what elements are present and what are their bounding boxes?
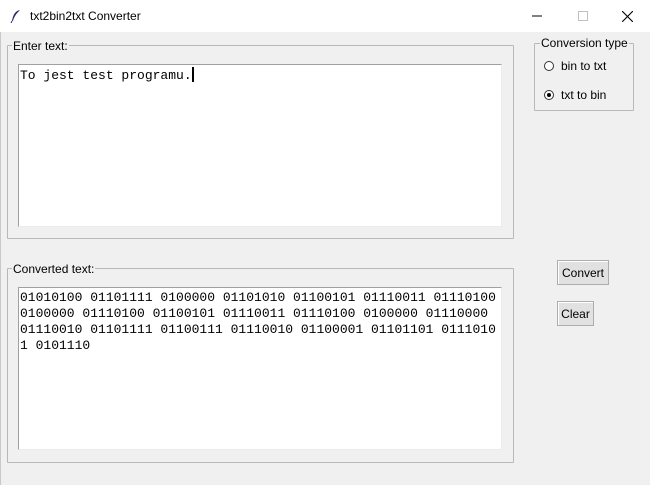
output-frame-legend: Converted text: <box>12 262 96 276</box>
minimize-icon <box>532 15 542 17</box>
input-textarea[interactable]: To jest test programu. <box>18 64 502 227</box>
feather-icon <box>10 10 20 23</box>
conversion-type-legend: Conversion type <box>540 36 629 50</box>
radio-bin-to-txt-indicator[interactable] <box>544 61 554 71</box>
output-text: 01010100 01101111 0100000 01101010 01100… <box>20 290 496 353</box>
radio-txt-to-bin-label: txt to bin <box>561 88 607 102</box>
minimize-button[interactable] <box>514 0 560 32</box>
input-frame-legend: Enter text: <box>12 39 69 53</box>
window-edge <box>0 32 1 485</box>
convert-button[interactable]: Convert <box>557 260 609 285</box>
output-textarea[interactable]: 01010100 01101111 0100000 01101010 01100… <box>18 287 502 450</box>
radio-txt-to-bin-indicator[interactable] <box>544 90 554 100</box>
title-bar: txt2bin2txt Converter <box>0 0 650 32</box>
radio-txt-to-bin[interactable]: txt to bin <box>544 88 606 102</box>
close-icon <box>621 10 633 22</box>
radio-bin-to-txt-label: bin to txt <box>561 59 607 73</box>
input-text: To jest test programu. <box>20 68 192 83</box>
radio-bin-to-txt[interactable]: bin to txt <box>544 59 606 73</box>
text-cursor <box>191 67 194 82</box>
window-title: txt2bin2txt Converter <box>30 9 141 23</box>
close-button[interactable] <box>604 0 650 32</box>
maximize-button[interactable] <box>560 0 606 32</box>
clear-button[interactable]: Clear <box>557 301 594 326</box>
maximize-icon <box>578 11 588 21</box>
